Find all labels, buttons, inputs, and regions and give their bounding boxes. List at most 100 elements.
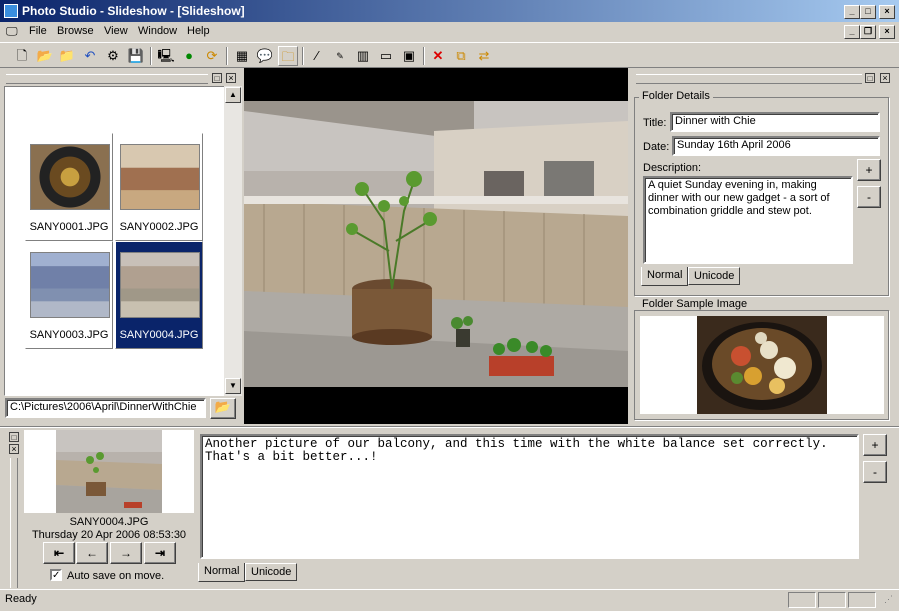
folder-font-decrease-button[interactable]: - xyxy=(857,186,881,208)
refresh-icon[interactable]: ⟳ xyxy=(202,46,222,66)
grid-view-icon[interactable]: ▦ xyxy=(232,46,252,66)
window-title: Photo Studio - Slideshow - [Slideshow] xyxy=(22,4,245,18)
filmstrip-icon[interactable]: ▥ xyxy=(353,46,373,66)
folder-tab-normal[interactable]: Normal xyxy=(641,267,689,286)
settings-icon[interactable]: ⚙ xyxy=(103,46,123,66)
close-button[interactable]: × xyxy=(879,5,895,19)
thumbnail-item[interactable]: SANY0002.JPG xyxy=(115,133,203,241)
current-thumbnail-image xyxy=(56,430,162,513)
folder-panel: □ × Folder Details Title: Dinner with Ch… xyxy=(630,68,899,424)
undo-icon[interactable]: ↶ xyxy=(80,46,100,66)
folder-sample-label: Folder Sample Image xyxy=(639,298,751,310)
menu-browse[interactable]: Browse xyxy=(57,25,94,37)
panel-close-icon[interactable]: × xyxy=(9,444,19,454)
thumbnail-image xyxy=(30,144,110,210)
folder-date-input[interactable]: Sunday 16th April 2006 xyxy=(672,136,880,156)
menu-window[interactable]: Window xyxy=(138,25,177,37)
date-label: Date: xyxy=(643,141,670,153)
globe-icon[interactable]: ● xyxy=(179,46,199,66)
panel-close-icon[interactable]: × xyxy=(226,73,236,83)
comment-icon[interactable]: 💬 xyxy=(255,46,275,66)
new-icon[interactable]: 🗋 xyxy=(12,46,32,66)
open-icon[interactable]: 📂 xyxy=(35,46,55,66)
status-cell xyxy=(788,592,816,608)
properties-icon[interactable]: 🖳 xyxy=(156,46,176,66)
thumbnail-item-selected[interactable]: SANY0004.JPG xyxy=(115,241,203,349)
toolbar: 🗋 📂 📁 ↶ ⚙ 💾 🖳 ● ⟳ ▦ 💬 🗀 ⁄ ✎ ▥ ▭ ▣ ✕ ⧉ ⇄ xyxy=(0,42,899,68)
folder-sample-image xyxy=(697,316,827,414)
vertical-scrollbar[interactable]: ▲ ▼ xyxy=(224,86,242,396)
caption-tab-normal[interactable]: Normal xyxy=(198,563,246,582)
menu-view[interactable]: View xyxy=(104,25,128,37)
folder-description-input[interactable]: A quiet Sunday evening in, making dinner… xyxy=(643,176,853,264)
first-icon[interactable]: ⇤ xyxy=(43,542,75,564)
last-icon[interactable]: ⇥ xyxy=(144,542,176,564)
thumbnail-item[interactable]: SANY0001.JPG xyxy=(25,133,113,241)
thumbnail-list[interactable]: SANY0001.JPG SANY0002.JPG SANY0003.JPG S… xyxy=(4,86,242,396)
minimize-button[interactable]: _ xyxy=(844,5,860,19)
status-cell xyxy=(818,592,846,608)
caption-font-increase-button[interactable]: + xyxy=(863,434,887,456)
folder-details-label: Folder Details xyxy=(639,90,713,102)
thumbnail-image xyxy=(120,144,200,210)
folder-tab-unicode[interactable]: Unicode xyxy=(688,267,741,285)
caption-tab-unicode[interactable]: Unicode xyxy=(245,563,298,581)
browse-folder-icon[interactable]: 📂 xyxy=(210,398,236,419)
copy-icon[interactable]: ⧉ xyxy=(451,46,471,66)
scroll-up-icon[interactable]: ▲ xyxy=(225,87,241,103)
description-label: Description: xyxy=(643,162,702,174)
autosave-label: Auto save on move. xyxy=(67,570,165,582)
thumbnail-caption: SANY0003.JPG xyxy=(29,329,109,341)
panel-float-icon[interactable]: □ xyxy=(865,73,875,83)
thumbnail-caption: SANY0004.JPG xyxy=(119,329,199,341)
current-datetime: Thursday 20 Apr 2006 08:53:30 xyxy=(31,529,187,541)
save-icon[interactable]: 💾 xyxy=(126,46,146,66)
thumbnail-caption: SANY0002.JPG xyxy=(119,221,199,233)
next-icon[interactable]: → xyxy=(110,542,142,564)
panel-float-icon[interactable]: □ xyxy=(212,73,222,83)
document-icon[interactable]: 🖵 xyxy=(6,24,22,38)
status-cell xyxy=(848,592,876,608)
caption-font-decrease-button[interactable]: - xyxy=(863,461,887,483)
path-input[interactable]: C:\Pictures\2006\April\DinnerWithChie xyxy=(5,398,206,418)
thumbnail-caption: SANY0001.JPG xyxy=(29,221,109,233)
folder-title-input[interactable]: Dinner with Chie xyxy=(670,112,880,132)
caption-textarea[interactable]: Another picture of our balcony, and this… xyxy=(200,434,859,559)
scroll-down-icon[interactable]: ▼ xyxy=(225,378,241,394)
menu-bar: 🖵 File Browse View Window Help _ ❐ × xyxy=(0,22,899,42)
statusbar-divider xyxy=(0,589,899,590)
fullscreen-icon[interactable]: ▣ xyxy=(399,46,419,66)
toolbar-separator xyxy=(150,47,152,65)
toolbar-separator xyxy=(226,47,228,65)
thumbnail-item[interactable]: SANY0003.JPG xyxy=(25,241,113,349)
panel-grip[interactable] xyxy=(636,74,862,84)
open-folder-icon[interactable]: 📁 xyxy=(57,46,77,66)
wand-icon[interactable]: ⁄ xyxy=(307,46,327,66)
folder-sample-frame xyxy=(640,316,884,414)
panel-grip[interactable] xyxy=(6,74,208,84)
mdi-minimize-button[interactable]: _ xyxy=(844,25,860,39)
folder-comment-icon[interactable]: 🗀 xyxy=(278,46,298,66)
mdi-close-button[interactable]: × xyxy=(879,25,895,39)
prev-icon[interactable]: ← xyxy=(76,542,108,564)
autosave-checkbox[interactable]: ✓ xyxy=(50,569,62,581)
menu-help[interactable]: Help xyxy=(187,25,210,37)
move-icon[interactable]: ⇄ xyxy=(474,46,494,66)
mdi-restore-button[interactable]: ❐ xyxy=(860,25,876,39)
image-viewer[interactable] xyxy=(244,68,628,424)
status-text: Ready xyxy=(5,593,37,605)
resize-grip-icon[interactable]: ⋰ xyxy=(879,594,893,608)
menu-file[interactable]: File xyxy=(29,25,47,37)
thumbnail-image xyxy=(120,252,200,318)
panel-float-icon[interactable]: □ xyxy=(9,432,19,442)
maximize-button[interactable]: □ xyxy=(860,5,876,19)
html-export-icon[interactable]: ✎ xyxy=(330,46,350,66)
splitter[interactable] xyxy=(0,426,899,428)
title-label: Title: xyxy=(643,117,667,129)
panel-grip-vertical[interactable] xyxy=(10,458,18,588)
folder-font-increase-button[interactable]: + xyxy=(857,159,881,181)
delete-icon[interactable]: ✕ xyxy=(428,46,448,66)
panel-close-icon[interactable]: × xyxy=(880,73,890,83)
file-browser-panel: □ × SANY0001.JPG SANY0002.JPG SANY0003.J… xyxy=(0,68,243,424)
slideshow-icon[interactable]: ▭ xyxy=(376,46,396,66)
